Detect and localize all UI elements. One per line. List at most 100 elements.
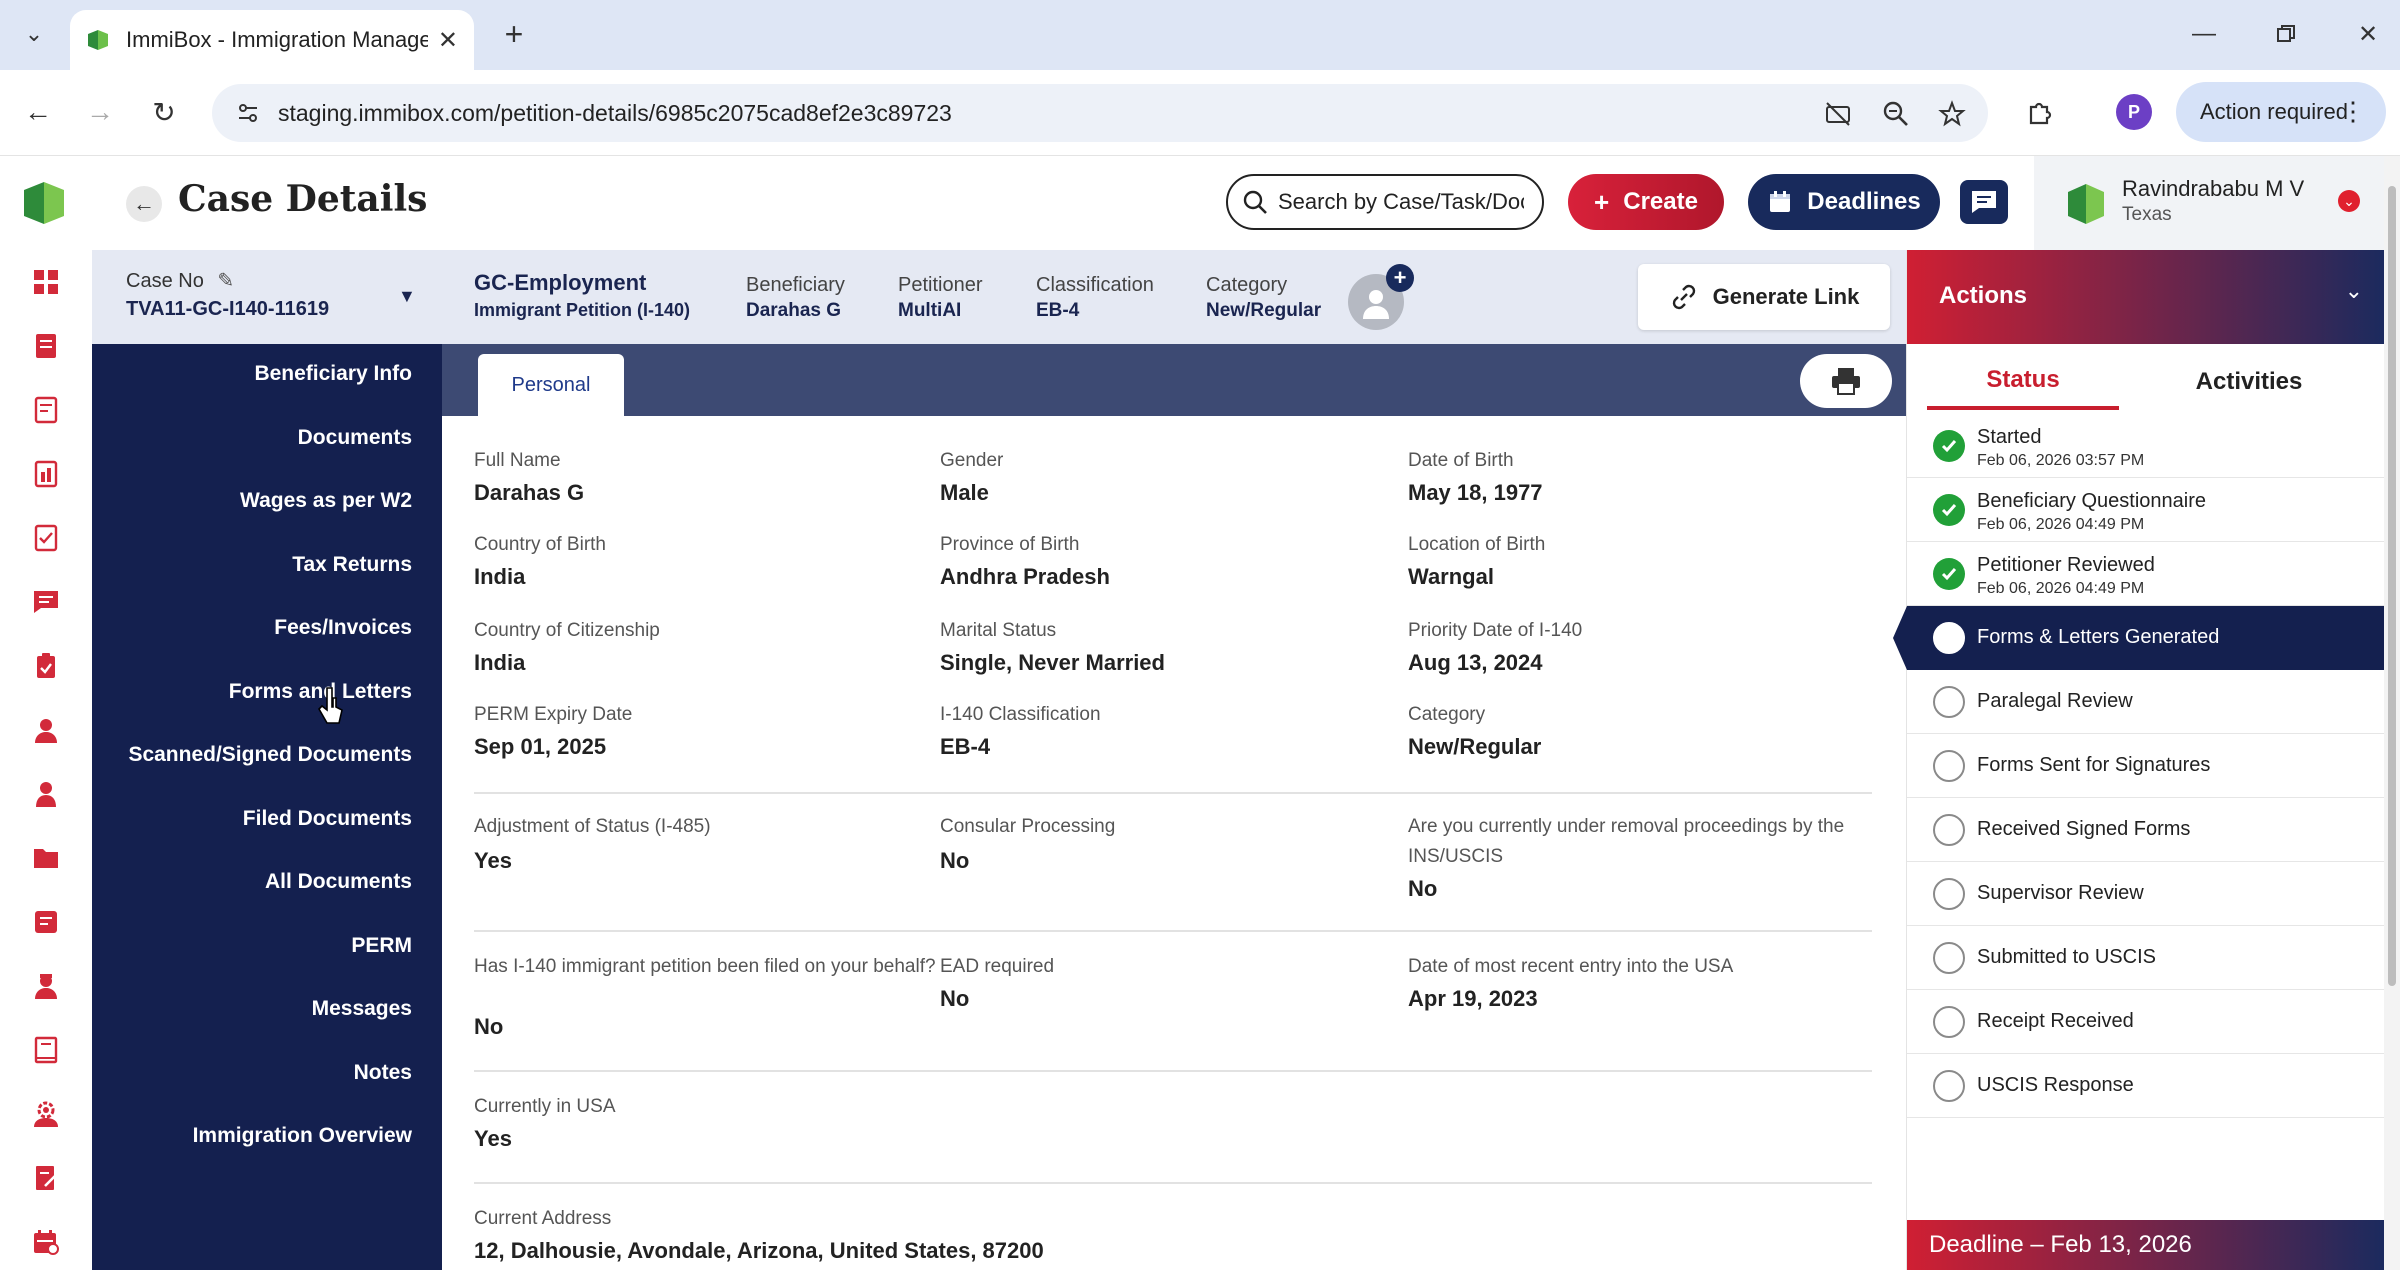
status-step-name: Forms & Letters Generated [1977,626,2220,648]
deadline-banner[interactable]: Deadline – Feb 13, 2026 [1907,1220,2385,1270]
status-step[interactable]: Paralegal Review [1907,670,2385,734]
actions-header[interactable]: Actions ⌄ [1907,250,2385,344]
contacts-icon[interactable] [30,714,62,746]
edit-document-icon[interactable] [30,1162,62,1194]
browser-toolbar: ← → ↻ staging.immibox.com/petition-detai… [0,70,2400,156]
status-step[interactable]: Received Signed Forms [1907,798,2385,862]
status-step[interactable]: Submitted to USCIS [1907,926,2385,990]
new-tab-icon[interactable]: + [494,16,534,53]
site-info-icon[interactable] [226,100,270,126]
nav-documents[interactable]: Documents [298,426,412,450]
forward-arrow-icon[interactable]: → [80,92,120,132]
status-step[interactable]: Receipt Received [1907,990,2385,1054]
deadlines-button[interactable]: Deadlines [1748,174,1940,230]
marital-status-label: Marital Status [940,620,1057,641]
nav-all-documents[interactable]: All Documents [265,870,412,894]
deadlines-label: Deadlines [1807,188,1921,215]
window-close-icon[interactable]: ✕ [2338,14,2398,54]
messages-button[interactable] [1960,180,2008,224]
tab-personal[interactable]: Personal [478,354,624,416]
status-step[interactable]: Beneficiary Questionnaire Feb 06, 2026 0… [1907,478,2385,542]
status-step-name: Submitted to USCIS [1977,946,2156,968]
nav-fees-invoices[interactable]: Fees/Invoices [274,616,412,640]
ledger-icon[interactable] [30,1034,62,1066]
search-input[interactable] [1276,188,1526,216]
nav-tax-returns[interactable]: Tax Returns [292,553,412,577]
attorney-icon[interactable] [30,970,62,1002]
nav-messages[interactable]: Messages [312,997,412,1021]
status-step-current[interactable]: Forms & Letters Generated [1893,606,2385,670]
browser-tab[interactable]: ImmiBox - Immigration Manage ✕ [70,10,474,70]
scrollbar-thumb[interactable] [2388,186,2396,986]
page-scrollbar[interactable] [2384,156,2400,1270]
nav-wages-w2[interactable]: Wages as per W2 [240,489,412,513]
immibox-logo-icon[interactable] [22,180,66,226]
i140-filed-value: No [474,1014,504,1039]
nav-immigration-overview[interactable]: Immigration Overview [193,1124,412,1148]
camera-blocked-icon[interactable] [1822,98,1854,130]
folder-icon[interactable] [30,842,62,874]
nav-perm[interactable]: PERM [351,934,412,958]
close-tab-icon[interactable]: ✕ [438,26,458,55]
back-button[interactable]: ← [126,186,162,222]
reports-icon[interactable] [30,458,62,490]
tab-activities[interactable]: Activities [2153,354,2345,410]
address-label: Current Address [474,1208,612,1229]
notes-icon[interactable] [30,906,62,938]
browser-profile-avatar[interactable]: P [2116,94,2152,130]
add-assignee-plus-icon[interactable]: + [1386,264,1414,292]
status-step[interactable]: USCIS Response [1907,1054,2385,1118]
generate-link-button[interactable]: Generate Link [1638,264,1890,330]
restore-icon[interactable] [2256,14,2316,54]
removal-label: Are you currently under removal proceedi… [1408,816,1845,867]
nav-notes[interactable]: Notes [354,1061,412,1085]
beneficiaries-icon[interactable] [30,778,62,810]
extensions-puzzle-icon[interactable] [2020,92,2060,132]
zoom-icon[interactable] [1880,98,1912,130]
cases-icon[interactable] [30,330,62,362]
beneficiary-label: Beneficiary [746,274,845,296]
calendar-settings-icon[interactable] [30,1226,62,1258]
pencil-icon[interactable]: ✎ [217,270,234,292]
petitions-icon[interactable] [30,394,62,426]
chevron-down-icon[interactable]: ⌄ [2345,278,2363,304]
tab-status[interactable]: Status [1927,354,2119,410]
recent-entry-label: Date of most recent entry into the USA [1408,956,1734,977]
country-birth-label: Country of Birth [474,534,606,555]
tasks-icon[interactable] [30,650,62,682]
checklist-icon[interactable] [30,522,62,554]
status-step[interactable]: Started Feb 06, 2026 03:57 PM [1907,414,2385,478]
empty-circle-icon [1933,814,1965,846]
team-settings-icon[interactable] [30,1098,62,1130]
chevron-down-icon[interactable]: ⌄ [2338,190,2360,212]
province-birth-value: Andhra Pradesh [940,564,1110,589]
messages-icon[interactable] [30,586,62,618]
nav-filed-documents[interactable]: Filed Documents [243,807,412,831]
status-step[interactable]: Supervisor Review [1907,862,2385,926]
print-button[interactable] [1800,354,1892,408]
dashboard-icon[interactable] [30,266,62,298]
personal-details-panel: Personal Full Name Darahas G Gender Male… [442,344,1906,1270]
status-step[interactable]: Petitioner Reviewed Feb 06, 2026 04:49 P… [1907,542,2385,606]
back-arrow-icon[interactable]: ← [18,92,58,132]
nav-scanned-signed[interactable]: Scanned/Signed Documents [128,743,412,767]
bookmark-star-icon[interactable] [1936,98,1968,130]
status-step-name: Received Signed Forms [1977,818,2191,840]
divider [474,792,1872,794]
empty-circle-icon [1933,878,1965,910]
address-bar[interactable]: staging.immibox.com/petition-details/698… [212,84,1988,142]
case-dropdown-caret-icon[interactable]: ▼ [398,286,416,307]
case-no-label: Case No ✎ [126,268,234,293]
minimize-icon[interactable]: — [2174,14,2234,54]
aos-label: Adjustment of Status (I-485) [474,816,711,837]
reload-icon[interactable]: ↻ [144,92,184,132]
action-required-button[interactable]: Action required ⋮ [2176,82,2386,142]
create-button[interactable]: + Create [1568,174,1724,230]
tab-search-chevron-icon[interactable]: ⌄ [14,14,54,54]
priority-date-label: Priority Date of I-140 [1408,620,1583,641]
nav-beneficiary-info[interactable]: Beneficiary Info [254,362,412,386]
user-menu[interactable]: Ravindrababu M V Texas ⌄ [2034,156,2400,250]
status-step[interactable]: Forms Sent for Signatures [1907,734,2385,798]
global-search[interactable] [1226,174,1544,230]
status-step-date: Feb 06, 2026 04:49 PM [1977,516,2145,533]
